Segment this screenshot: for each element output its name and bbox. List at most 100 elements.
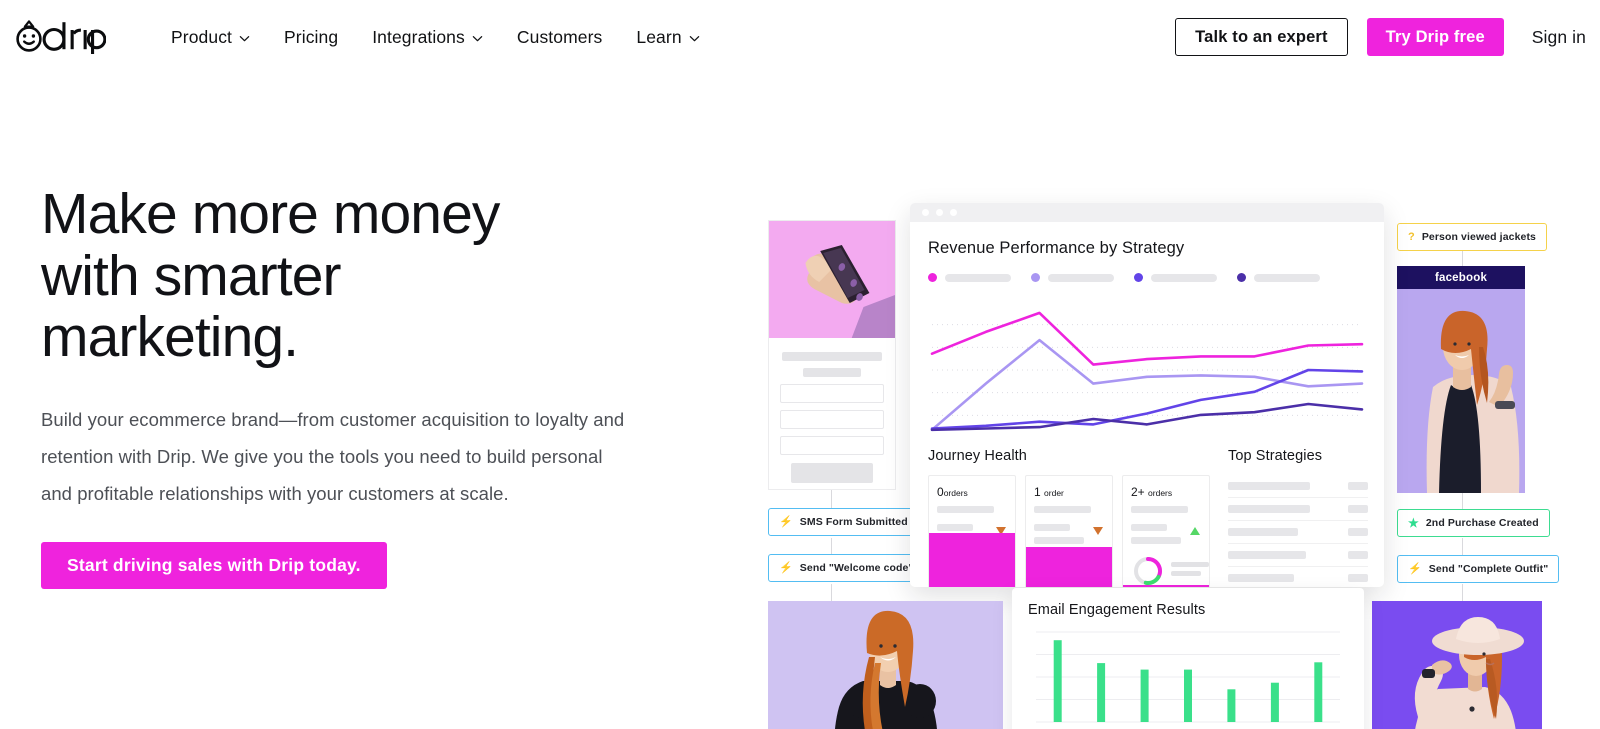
hand-phone-photo [769, 221, 895, 338]
star-icon: ★ [1408, 516, 1419, 530]
table-row[interactable] [1228, 498, 1368, 521]
legend-dot-icon [1237, 273, 1246, 282]
journey-card-value: 0 [937, 485, 944, 499]
main-navigation: Product Pricing Integrations Customers L… [154, 19, 1175, 56]
form-submit-button[interactable] [791, 463, 873, 483]
window-dot-icon[interactable] [922, 209, 929, 216]
email-engagement-title: Email Engagement Results [1028, 602, 1206, 618]
trend-down-icon [1093, 522, 1103, 540]
chart-series-line [930, 311, 1364, 366]
donut-legend-lines [1171, 562, 1209, 580]
donut-chart-icon [1134, 557, 1162, 585]
chip-sms-form-submitted[interactable]: ⚡ SMS Form Submitted [768, 508, 919, 536]
journey-card-unit: orders [1148, 488, 1173, 498]
nav-item-learn[interactable]: Learn [619, 19, 716, 56]
chart-bar [1270, 682, 1279, 722]
legend-item[interactable] [1031, 273, 1114, 282]
smiling-woman-photo [768, 601, 1003, 729]
legend-label-placeholder [1151, 273, 1217, 282]
sign-in-link[interactable]: Sign in [1532, 27, 1586, 48]
chip-person-viewed-jackets[interactable]: ? Person viewed jackets [1397, 223, 1547, 251]
nav-label: Learn [636, 26, 682, 47]
journey-card-2plus-orders[interactable]: 2+ orders [1122, 475, 1210, 587]
nav-label: Integrations [372, 26, 465, 47]
window-dot-icon[interactable] [950, 209, 957, 216]
chip-2nd-purchase-created[interactable]: ★ 2nd Purchase Created [1397, 509, 1550, 537]
lightning-bolt-icon: ⚡ [779, 561, 793, 574]
journey-card-unit: orders [943, 488, 968, 498]
email-engagement-card: Email Engagement Results [1012, 588, 1364, 729]
chart-series-line [930, 368, 1364, 430]
nav-item-product[interactable]: Product [154, 19, 267, 56]
facebook-ad-card: facebook [1397, 266, 1525, 493]
nav-item-integrations[interactable]: Integrations [355, 19, 500, 56]
legend-item[interactable] [1134, 273, 1217, 282]
legend-label-placeholder [1254, 273, 1320, 282]
table-row[interactable] [1228, 475, 1368, 498]
skeleton-text-line [782, 352, 882, 361]
hero-illustration: ⚡ SMS Form Submitted ⚡ Send "Welcome cod… [760, 74, 1600, 729]
drip-logo[interactable] [14, 20, 106, 54]
nav-item-pricing[interactable]: Pricing [267, 19, 355, 56]
chart-bar [1184, 669, 1192, 722]
hero-subtitle: Build your ecommerce brand—from customer… [41, 408, 625, 504]
journey-card-fill-bar [1123, 584, 1209, 587]
nav-item-customers[interactable]: Customers [500, 19, 620, 56]
chip-send-complete-outfit[interactable]: ⚡ Send "Complete Outfit" [1397, 555, 1560, 583]
try-drip-free-button[interactable]: Try Drip free [1366, 18, 1504, 56]
journey-card-heading: 1 order [1034, 485, 1104, 499]
header-actions: Talk to an expert Try Drip free Sign in [1175, 18, 1586, 56]
nav-label: Product [171, 26, 233, 47]
journey-card-0-orders[interactable]: 0orders [928, 475, 1016, 587]
table-row[interactable] [1228, 567, 1368, 587]
connector-line [831, 584, 832, 602]
table-row[interactable] [1228, 521, 1368, 544]
journey-card-unit: order [1044, 488, 1064, 498]
hero-copy: Make more money with smarter marketing. … [41, 183, 681, 589]
revenue-line-chart [930, 311, 1364, 432]
journey-card-value: 1 [1034, 485, 1041, 499]
legend-dot-icon [928, 273, 937, 282]
journey-card-fill-bar [929, 532, 1015, 587]
hero-title-line-3: marketing. [41, 305, 299, 370]
chip-label: SMS Form Submitted [799, 516, 908, 528]
email-engagement-bar-chart [1036, 631, 1340, 723]
legend-dot-icon [1031, 273, 1040, 282]
chip-label: Send "Complete Outfit" [1428, 563, 1549, 575]
facebook-ad-photo [1397, 289, 1525, 493]
chart-bar [1314, 662, 1323, 722]
chart-bar [1097, 663, 1106, 722]
hat-woman-photo [1372, 601, 1542, 729]
chip-label: 2nd Purchase Created [1425, 517, 1539, 529]
lightning-bolt-icon: ⚡ [779, 515, 793, 528]
legend-label-placeholder [1048, 273, 1114, 282]
start-driving-sales-button[interactable]: Start driving sales with Drip today. [41, 541, 387, 589]
form-input-field[interactable] [780, 436, 884, 455]
form-input-field[interactable] [780, 410, 884, 429]
window-dot-icon[interactable] [936, 209, 943, 216]
journey-card-1-order[interactable]: 1 order [1025, 475, 1113, 587]
dashboard-window: Revenue Performance by Strategy Journey … [910, 203, 1384, 587]
journey-health-cards: 0orders 1 order 2+ orders [928, 475, 1210, 587]
question-mark-icon: ? [1408, 230, 1415, 243]
skeleton-text-line [1228, 528, 1298, 536]
skeleton-text-line [1228, 551, 1306, 559]
dashboard-body: Revenue Performance by Strategy Journey … [910, 222, 1384, 587]
chip-send-welcome-code[interactable]: ⚡ Send "Welcome code" [768, 554, 925, 582]
chart-bar [1053, 640, 1062, 722]
skeleton-text-line [1034, 524, 1071, 531]
legend-label-placeholder [945, 273, 1011, 282]
chevron-down-icon [239, 33, 250, 44]
chart-bar [1227, 689, 1236, 722]
form-input-field[interactable] [780, 384, 884, 403]
skeleton-value [1348, 505, 1368, 513]
talk-to-expert-button[interactable]: Talk to an expert [1175, 18, 1348, 56]
chevron-down-icon [472, 33, 483, 44]
legend-item[interactable] [928, 273, 1011, 282]
legend-item[interactable] [1237, 273, 1320, 282]
skeleton-value [1348, 574, 1368, 582]
top-strategies-section: Top Strategies [1228, 448, 1368, 587]
skeleton-text-line [1034, 506, 1092, 513]
skeleton-text-line [1131, 506, 1189, 513]
table-row[interactable] [1228, 544, 1368, 567]
